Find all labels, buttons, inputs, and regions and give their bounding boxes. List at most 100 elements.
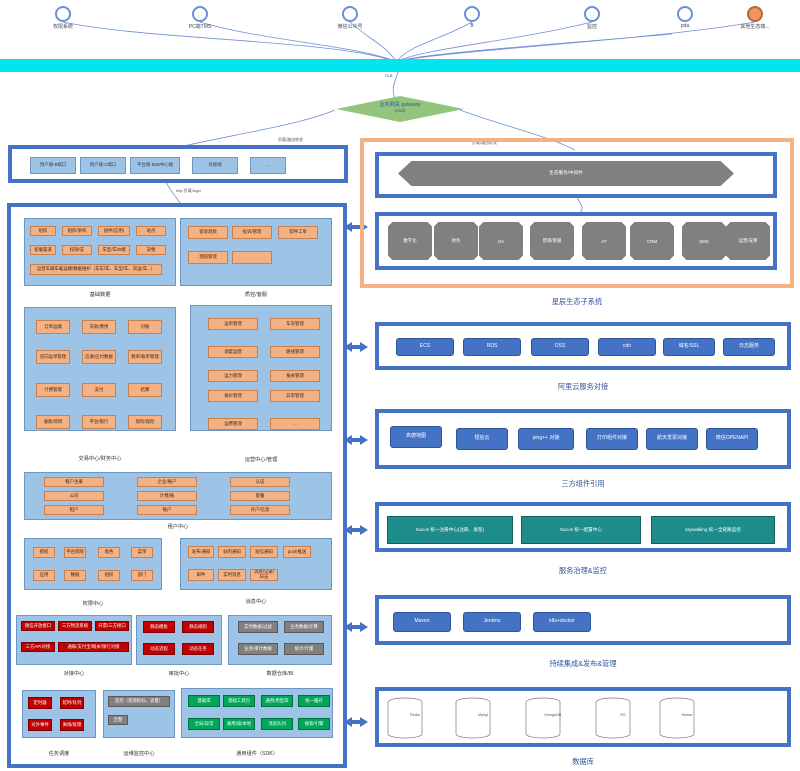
- common-item[interactable]: 全局/异常: [188, 718, 220, 730]
- perm-item[interactable]: 角色: [98, 547, 120, 558]
- entry-box[interactable]: 用户端-C端口: [80, 157, 126, 174]
- client-node[interactable]: pda: [645, 6, 725, 29]
- governance-item[interactable]: skywalking 统一全链路监控: [651, 516, 775, 544]
- ecosystem-item[interactable]: AT: [582, 222, 626, 260]
- trade-item[interactable]: 对账: [128, 320, 162, 334]
- trade-item[interactable]: 保险/保险: [128, 415, 162, 429]
- ops-item[interactable]: 运费管理: [208, 418, 258, 430]
- sched-item[interactable]: 离线/处理: [60, 719, 84, 731]
- governance-item[interactable]: Nacos 统一注册中心(注册、发现): [387, 516, 513, 544]
- sched-item[interactable]: 延时/队列: [60, 697, 84, 709]
- ops-item[interactable]: 运力管理: [208, 370, 258, 382]
- perm-item[interactable]: 应用: [33, 570, 55, 581]
- monitor-item[interactable]: 告警: [108, 715, 128, 725]
- sched-item[interactable]: 对外事件: [28, 719, 52, 731]
- ops-item[interactable]: …: [270, 418, 320, 430]
- database-cylinder[interactable]: Redis: [386, 697, 424, 739]
- dw-item[interactable]: 业务/审计数据: [238, 643, 278, 655]
- cicd-item[interactable]: Jenkins: [463, 612, 521, 632]
- third-party-item[interactable]: 高德地图: [390, 426, 442, 448]
- integ-item[interactable]: 微信开放接口: [21, 621, 55, 631]
- base-item[interactable]: 权限/支: [62, 245, 92, 255]
- monitor-item[interactable]: 监控（资源指标、流量）: [108, 696, 170, 707]
- trade-item[interactable]: 货款/费用: [82, 320, 116, 334]
- common-item[interactable]: 搜索/引擎: [298, 718, 330, 730]
- aliyun-item[interactable]: cdn: [598, 338, 656, 356]
- ecosystem-item[interactable]: 运营/支撑: [726, 222, 770, 260]
- quality-item[interactable]: [232, 251, 272, 264]
- base-item[interactable]: 客服渠道: [30, 245, 56, 255]
- base-item[interactable]: 组织/架构: [62, 226, 92, 236]
- sched-item[interactable]: 定时器: [28, 697, 52, 709]
- trade-item[interactable]: 结算: [128, 383, 162, 397]
- tenant-item[interactable]: 企业/账户: [137, 477, 197, 487]
- common-item[interactable]: 消息队列: [261, 718, 293, 730]
- perm-item[interactable]: 部门: [131, 570, 153, 581]
- third-party-item[interactable]: ping++ 对接: [518, 428, 574, 450]
- trade-item[interactable]: 计费管理: [36, 383, 70, 397]
- quality-item[interactable]: 软件工单: [278, 226, 318, 239]
- ecosystem-item[interactable]: OA: [479, 222, 523, 260]
- msg-item[interactable]: push推送: [283, 546, 311, 558]
- governance-item[interactable]: Nacos 统一配置中心: [521, 516, 641, 544]
- tenant-item[interactable]: 认证: [230, 477, 290, 487]
- client-node[interactable]: 监控: [552, 6, 632, 30]
- base-item[interactable]: 货物: [136, 245, 166, 255]
- database-cylinder[interactable]: Mysql: [454, 697, 492, 739]
- ops-item[interactable]: 路线管理: [270, 346, 320, 358]
- trade-item[interactable]: 应收/应付数据: [82, 350, 116, 364]
- trade-item[interactable]: 税率/账单管理: [128, 350, 162, 364]
- base-item[interactable]: 车型/车/B端: [98, 245, 130, 255]
- tenant-item[interactable]: 公司: [44, 491, 104, 501]
- msg-item[interactable]: 短信通知: [250, 546, 278, 558]
- trade-item[interactable]: 平台/银行: [82, 415, 116, 429]
- ecosystem-item[interactable]: 财务: [434, 222, 478, 260]
- integ-item[interactable]: 通联/支付宝/网关/银行对接: [58, 642, 129, 652]
- third-party-item[interactable]: 航天发票对接: [646, 428, 698, 450]
- audit-item[interactable]: 静态规则: [182, 621, 214, 633]
- ecosystem-item[interactable]: 数字化: [388, 222, 432, 260]
- entry-box[interactable]: 用户端-B端口: [30, 157, 76, 174]
- aliyun-item[interactable]: ECS: [396, 338, 454, 356]
- common-item[interactable]: 基础库: [188, 695, 220, 707]
- base-item[interactable]: 站点: [136, 226, 166, 236]
- common-item[interactable]: 统一缓存: [298, 695, 330, 707]
- third-party-item[interactable]: 微信OPENAPI: [706, 428, 758, 450]
- database-cylinder[interactable]: ES: [594, 697, 632, 739]
- ops-item[interactable]: 报价管理: [208, 390, 258, 402]
- third-party-item[interactable]: 短信云: [456, 428, 508, 450]
- ecosystem-item[interactable]: 营销/客服: [530, 222, 574, 260]
- cicd-item[interactable]: Maven: [393, 612, 451, 632]
- quality-item[interactable]: 理赔管理: [188, 251, 228, 264]
- entry-box[interactable]: 平台端-B2B中心端: [130, 157, 180, 174]
- audit-item[interactable]: 动态流程: [143, 643, 175, 655]
- ecosystem-item[interactable]: CRM: [630, 222, 674, 260]
- dw-item[interactable]: 业务数据/计算: [284, 621, 324, 633]
- trade-item[interactable]: 订单运输: [36, 320, 70, 334]
- msg-item[interactable]: 站内通知: [218, 546, 246, 558]
- integ-item[interactable]: 三方API对接: [21, 642, 55, 652]
- client-node[interactable]: 微信公众号: [310, 6, 390, 30]
- ops-item[interactable]: 运单管理: [208, 318, 258, 330]
- aliyun-item[interactable]: OSS: [531, 338, 589, 356]
- perm-item[interactable]: 组织: [98, 570, 120, 581]
- msg-item[interactable]: 消息/记录/日志: [250, 569, 278, 581]
- trade-item[interactable]: 收款/项目: [36, 415, 70, 429]
- ecosystem-item[interactable]: SMS: [682, 222, 726, 260]
- dw-item[interactable]: 实时数据/过滤: [238, 621, 278, 633]
- tenant-item[interactable]: 套餐: [230, 491, 290, 501]
- trade-item[interactable]: 逆向运单管理: [36, 350, 70, 364]
- common-item[interactable]: 通用/用型库: [261, 695, 293, 707]
- ops-item[interactable]: 异常管理: [270, 390, 320, 402]
- tenant-item[interactable]: 租户注册: [44, 477, 104, 487]
- tenant-item[interactable]: 计费/账: [137, 491, 197, 501]
- client-node[interactable]: B: [432, 6, 512, 29]
- common-item[interactable]: 基础工具包: [223, 695, 255, 707]
- database-cylinder[interactable]: Hbase: [658, 697, 696, 739]
- msg-item[interactable]: 发布/通知: [188, 546, 214, 558]
- quality-item[interactable]: 客诉退款: [188, 226, 228, 239]
- database-cylinder[interactable]: MongoDB: [524, 697, 562, 739]
- base-item[interactable]: 组织: [30, 226, 56, 236]
- trade-item[interactable]: 支付: [82, 383, 116, 397]
- ops-item[interactable]: 报关管理: [270, 370, 320, 382]
